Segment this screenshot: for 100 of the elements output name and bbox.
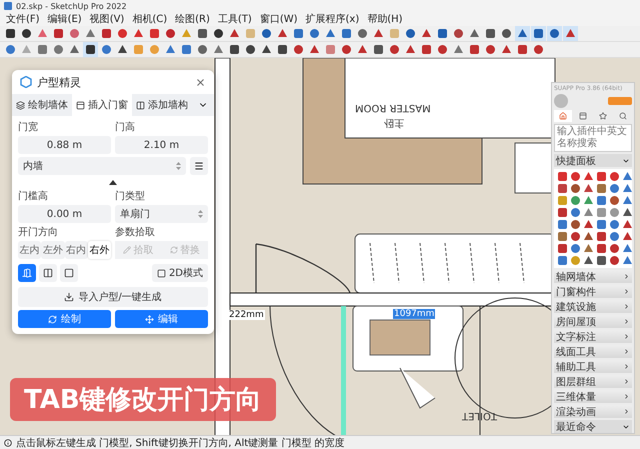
toolbar-button[interactable] xyxy=(467,42,482,57)
plugin-button[interactable] xyxy=(608,231,620,242)
plugin-button[interactable] xyxy=(556,231,568,242)
toolbar-button[interactable] xyxy=(259,26,274,41)
plugin-button[interactable] xyxy=(608,195,620,206)
toolbar-button[interactable] xyxy=(531,42,546,57)
toolbar-button[interactable] xyxy=(371,42,386,57)
category-item[interactable]: 三维体量 xyxy=(554,390,632,403)
category-item[interactable]: 房间屋顶 xyxy=(554,315,632,328)
menu-item[interactable]: 相机(C) xyxy=(128,12,172,26)
toolbar-button[interactable] xyxy=(355,26,370,41)
category-item[interactable]: 渲染动画 xyxy=(554,405,632,418)
plugin-button[interactable] xyxy=(556,183,568,194)
category-item[interactable]: 轴网墙体 xyxy=(554,270,632,283)
plugin-button[interactable] xyxy=(582,255,594,266)
toolbar-button[interactable] xyxy=(499,26,514,41)
plugin-button[interactable] xyxy=(582,171,594,182)
plugin-button[interactable] xyxy=(582,183,594,194)
input-field[interactable]: 0.00 m xyxy=(18,205,111,223)
segment-button[interactable]: 右内 xyxy=(64,241,88,259)
plugin-button[interactable] xyxy=(608,243,620,254)
plugin-button[interactable] xyxy=(595,231,607,242)
plugin-button[interactable] xyxy=(569,219,581,230)
plugin-button[interactable] xyxy=(582,219,594,230)
mode-button[interactable] xyxy=(60,264,78,282)
plugin-button[interactable] xyxy=(621,255,633,266)
plugin-button[interactable] xyxy=(569,195,581,206)
toolbar-button[interactable] xyxy=(19,26,34,41)
tab[interactable]: 绘制墙体 xyxy=(12,94,72,116)
toolbar-button[interactable] xyxy=(515,42,530,57)
input-field[interactable]: 2.10 m xyxy=(115,136,208,154)
plugin-button[interactable] xyxy=(621,219,633,230)
select-field[interactable]: 内墙 xyxy=(18,157,186,175)
toolbar-button[interactable] xyxy=(403,26,418,41)
mode-button[interactable] xyxy=(39,264,57,282)
toolbar-button[interactable] xyxy=(51,26,66,41)
plugin-button[interactable] xyxy=(595,255,607,266)
category-item[interactable]: 图层群组 xyxy=(554,375,632,388)
toolbar-button[interactable] xyxy=(419,42,434,57)
tab[interactable]: 添加墙构 xyxy=(132,94,192,116)
menu-item[interactable]: 工具(T) xyxy=(214,12,256,26)
category-item[interactable]: 线面工具 xyxy=(554,345,632,358)
category-item[interactable]: 门窗构件 xyxy=(554,285,632,298)
toolbar-button[interactable] xyxy=(83,42,98,57)
toolbar-button[interactable] xyxy=(3,26,18,41)
close-icon[interactable] xyxy=(195,76,206,88)
plugin-button[interactable] xyxy=(556,219,568,230)
category-item[interactable]: 文字标注 xyxy=(554,330,632,343)
plugin-button[interactable] xyxy=(582,231,594,242)
toolbar-button[interactable] xyxy=(275,42,290,57)
menu-item[interactable]: 视图(V) xyxy=(86,12,128,26)
action-button[interactable]: 绘制 xyxy=(18,310,111,328)
plugin-button[interactable] xyxy=(582,195,594,206)
search-field[interactable]: 输入插件中英文名称搜索 xyxy=(554,124,632,152)
menu-button[interactable] xyxy=(190,157,208,175)
import-button[interactable]: 导入户型/一键生成 xyxy=(18,287,208,307)
segment-button[interactable]: 右外 xyxy=(88,241,111,259)
segment-button[interactable]: 左外 xyxy=(41,241,64,259)
plugin-button[interactable] xyxy=(621,171,633,182)
plugin-button[interactable] xyxy=(621,231,633,242)
toolbar-button[interactable] xyxy=(291,42,306,57)
plugin-button[interactable] xyxy=(595,243,607,254)
menu-item[interactable]: 窗口(W) xyxy=(256,12,302,26)
panel-tab[interactable] xyxy=(554,110,572,122)
plugin-button[interactable] xyxy=(569,243,581,254)
toolbar-button[interactable] xyxy=(163,26,178,41)
toolbar-button[interactable] xyxy=(435,26,450,41)
menu-item[interactable]: 编辑(E) xyxy=(44,12,86,26)
toolbar-button[interactable] xyxy=(483,26,498,41)
plugin-button[interactable] xyxy=(608,255,620,266)
menu-item[interactable]: 绘图(R) xyxy=(171,12,214,26)
plugin-button[interactable] xyxy=(556,243,568,254)
toolbar-button[interactable] xyxy=(451,26,466,41)
plugin-button[interactable] xyxy=(569,183,581,194)
plugin-button[interactable] xyxy=(621,195,633,206)
menu-item[interactable]: 帮助(H) xyxy=(363,12,407,26)
toolbar-button[interactable] xyxy=(515,26,530,41)
plugin-button[interactable] xyxy=(569,207,581,218)
toolbar-button[interactable] xyxy=(387,42,402,57)
2d-mode-button[interactable]: 2D模式 xyxy=(152,264,208,282)
toolbar-button[interactable] xyxy=(243,42,258,57)
category-item[interactable]: 辅助工具 xyxy=(554,360,632,373)
plugin-button[interactable] xyxy=(556,171,568,182)
action-button[interactable]: 编辑 xyxy=(115,310,208,328)
plugin-button[interactable] xyxy=(608,219,620,230)
plugin-button[interactable] xyxy=(595,219,607,230)
toolbar-button[interactable] xyxy=(195,26,210,41)
plugin-button[interactable] xyxy=(608,171,620,182)
plugin-button[interactable] xyxy=(556,207,568,218)
tab[interactable]: 插入门窗 xyxy=(72,94,132,116)
collapse-arrow-icon[interactable] xyxy=(109,180,117,184)
menu-item[interactable]: 扩展程序(x) xyxy=(302,12,364,26)
input-field[interactable]: 0.88 m xyxy=(18,136,111,154)
plugin-button[interactable] xyxy=(582,207,594,218)
toolbar-button[interactable] xyxy=(435,42,450,57)
toolbar-button[interactable] xyxy=(211,26,226,41)
toolbar-button[interactable] xyxy=(195,42,210,57)
toolbar-button[interactable] xyxy=(531,26,546,41)
plugin-button[interactable] xyxy=(595,183,607,194)
plugin-button[interactable] xyxy=(569,171,581,182)
